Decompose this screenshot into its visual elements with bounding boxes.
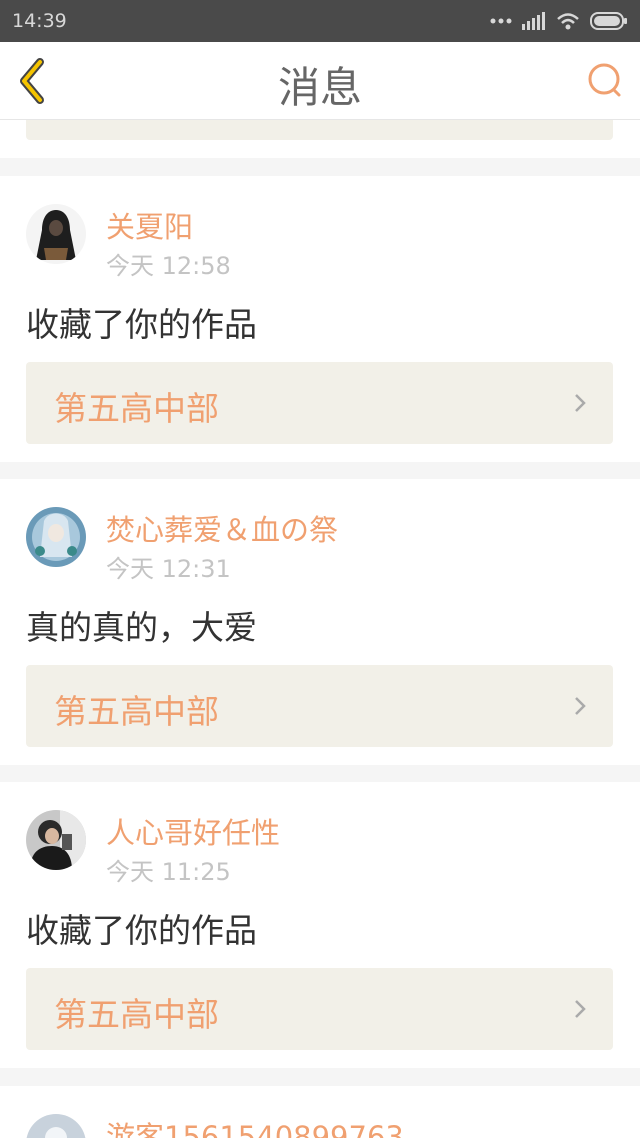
message-list: 关夏阳 今天 12:58 收藏了你的作品 第五高中部 焚心葬爱＆血の祭 今天 1… bbox=[0, 120, 640, 1138]
message-text: 收藏了你的作品 bbox=[26, 305, 257, 344]
default-user-avatar-icon bbox=[26, 1114, 86, 1138]
wifi-icon bbox=[557, 13, 579, 30]
chevron-right-icon bbox=[575, 697, 586, 715]
username[interactable]: 关夏阳 bbox=[106, 204, 193, 246]
page-title: 消息 bbox=[277, 63, 362, 112]
status-time: 14:39 bbox=[12, 10, 67, 32]
avatar[interactable] bbox=[26, 507, 86, 567]
status-icons bbox=[490, 12, 628, 30]
username[interactable]: 人心哥好任性 bbox=[106, 810, 280, 852]
message-text: 真的真的，大爱 bbox=[26, 608, 257, 647]
status-bar: 14:39 bbox=[0, 0, 640, 42]
hooded-figure-avatar-icon bbox=[26, 204, 86, 264]
avatar[interactable] bbox=[26, 810, 86, 870]
timestamp: 今天 12:58 bbox=[106, 252, 231, 280]
message-card: 人心哥好任性 今天 11:25 收藏了你的作品 第五高中部 bbox=[0, 782, 640, 1068]
app-header: 消息 bbox=[0, 42, 640, 120]
message-text: 收藏了你的作品 bbox=[26, 911, 257, 950]
work-title: 第五高中部 bbox=[54, 389, 219, 428]
message-card: 关夏阳 今天 12:58 收藏了你的作品 第五高中部 bbox=[0, 176, 640, 462]
chevron-right-icon bbox=[575, 1000, 586, 1018]
signal-icon bbox=[522, 12, 545, 30]
timestamp: 今天 12:31 bbox=[106, 555, 231, 583]
avatar[interactable] bbox=[26, 204, 86, 264]
work-link[interactable]: 第五高中部 bbox=[26, 362, 613, 444]
battery-icon bbox=[590, 12, 627, 30]
work-title: 第五高中部 bbox=[54, 995, 219, 1034]
work-link[interactable]: 第五高中部 bbox=[26, 968, 613, 1050]
timestamp: 今天 11:25 bbox=[106, 858, 231, 886]
previous-work-link[interactable] bbox=[26, 120, 613, 140]
chevron-right-icon bbox=[575, 394, 586, 412]
more-dots-icon bbox=[490, 18, 512, 24]
avatar[interactable] bbox=[26, 1114, 86, 1138]
message-card: 焚心葬爱＆血の祭 今天 12:31 真的真的，大爱 第五高中部 bbox=[0, 479, 640, 765]
previous-message-card bbox=[0, 120, 640, 158]
search-button[interactable] bbox=[586, 60, 626, 100]
message-card: 游客1561540899763 bbox=[0, 1086, 640, 1138]
anime-girl-avatar-icon bbox=[26, 507, 86, 567]
username[interactable]: 焚心葬爱＆血の祭 bbox=[106, 507, 338, 549]
work-link[interactable]: 第五高中部 bbox=[26, 665, 613, 747]
search-icon bbox=[588, 63, 621, 97]
username[interactable]: 游客1561540899763 bbox=[106, 1114, 404, 1138]
work-title: 第五高中部 bbox=[54, 692, 219, 731]
person-photo-avatar-icon bbox=[26, 810, 86, 870]
